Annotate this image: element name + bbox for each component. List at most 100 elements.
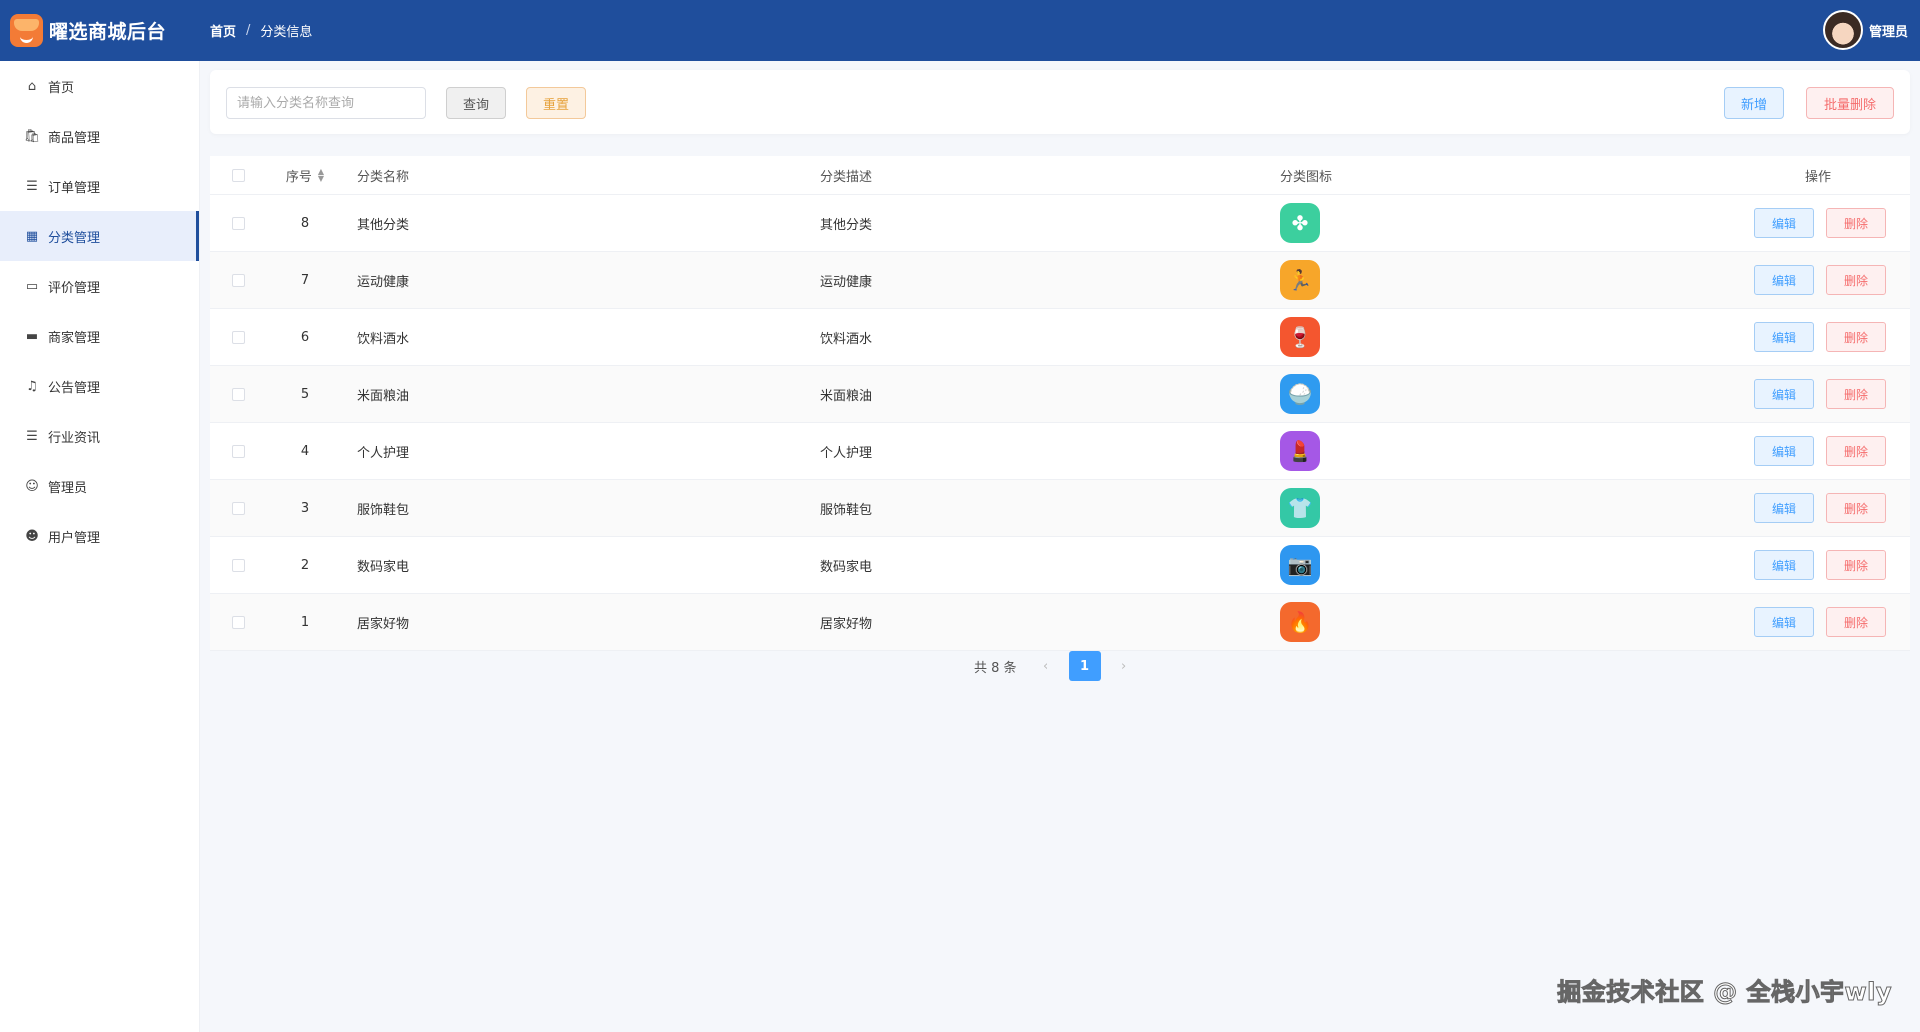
sidebar-item-2[interactable]: ☰ 订单管理: [0, 161, 199, 211]
sidebar-item-1[interactable]: 🛍 商品管理: [0, 111, 199, 161]
row-name: 个人护理: [357, 445, 410, 461]
store-icon: ▬: [25, 328, 39, 344]
document-icon: ☰: [26, 178, 38, 194]
batch-delete-button[interactable]: 批量删除: [1806, 87, 1894, 119]
row-checkbox[interactable]: [232, 216, 245, 230]
category-table: 序号 ▲ ▼ 分类名称 分类描述 分类图标 操作 8 其他分类 其他分类 ✤ 编辑 删除 7 运…: [210, 156, 1910, 651]
row-icon-cell: 🏃: [1280, 260, 1320, 300]
row-desc: 米面粮油: [820, 388, 873, 404]
edit-button[interactable]: 编辑: [1754, 322, 1814, 352]
delete-button[interactable]: 删除: [1826, 550, 1886, 580]
row-desc: 饮料酒水: [820, 331, 873, 347]
row-actions: 编辑 删除: [1754, 607, 1886, 637]
delete-button[interactable]: 删除: [1826, 208, 1886, 238]
row-actions: 编辑 删除: [1754, 265, 1886, 295]
user-icon: ☻: [25, 528, 39, 544]
next-page-icon[interactable]: ›: [1109, 659, 1139, 674]
edit-button[interactable]: 编辑: [1754, 265, 1814, 295]
table-row: 4 个人护理 个人护理 💄 编辑 删除: [210, 423, 1910, 480]
user-name[interactable]: 管理员: [1869, 21, 1908, 40]
row-checkbox[interactable]: [232, 444, 245, 458]
breadcrumb-home[interactable]: 首页: [210, 21, 236, 40]
row-no: 3: [300, 500, 310, 516]
edit-button[interactable]: 编辑: [1754, 607, 1814, 637]
row-checkbox[interactable]: [232, 501, 245, 515]
rice-cooker-icon: 🍚: [1280, 374, 1320, 414]
camera-icon: 📷: [1280, 545, 1320, 585]
sidebar-item-label: 订单管理: [48, 180, 101, 196]
edit-button[interactable]: 编辑: [1754, 550, 1814, 580]
reset-button[interactable]: 重置: [526, 87, 586, 119]
sidebar-item-label: 评价管理: [48, 280, 101, 296]
row-name: 数码家电: [357, 559, 410, 575]
edit-button[interactable]: 编辑: [1754, 436, 1814, 466]
shopping-bag-icon: 🛍: [23, 128, 41, 144]
delete-button[interactable]: 删除: [1826, 265, 1886, 295]
table-row: 3 服饰鞋包 服饰鞋包 👕 编辑 删除: [210, 480, 1910, 537]
table-header: 序号 ▲ ▼ 分类名称 分类描述 分类图标 操作: [210, 156, 1910, 195]
home-icon: ⌂: [27, 78, 37, 94]
user-menu[interactable]: 管理员: [1822, 10, 1908, 50]
delete-button[interactable]: 删除: [1826, 379, 1886, 409]
sidebar-item-label: 首页: [48, 80, 75, 96]
row-checkbox[interactable]: [232, 273, 245, 287]
search-input[interactable]: [226, 87, 426, 119]
page-number[interactable]: 1: [1068, 651, 1101, 681]
sidebar-item-3[interactable]: ▦ 分类管理: [0, 211, 199, 261]
row-icon-cell: 📷: [1280, 545, 1320, 585]
sidebar-item-5[interactable]: ▬ 商家管理: [0, 311, 199, 361]
table-row: 2 数码家电 数码家电 📷 编辑 删除: [210, 537, 1910, 594]
sidebar-item-9[interactable]: ☻ 用户管理: [0, 511, 199, 561]
avatar[interactable]: [1822, 10, 1863, 50]
delete-button[interactable]: 删除: [1826, 493, 1886, 523]
sidebar-item-label: 公告管理: [48, 380, 101, 396]
row-no: 7: [300, 272, 310, 288]
sidebar-item-0[interactable]: ⌂ 首页: [0, 61, 199, 111]
sidebar-item-6[interactable]: ♫ 公告管理: [0, 361, 199, 411]
sidebar-item-label: 用户管理: [48, 530, 101, 546]
header-desc: 分类描述: [820, 169, 873, 185]
query-button[interactable]: 查询: [446, 87, 506, 119]
row-name: 服饰鞋包: [357, 502, 410, 518]
table-row: 8 其他分类 其他分类 ✤ 编辑 删除: [210, 195, 1910, 252]
header-icon: 分类图标: [1280, 169, 1333, 185]
top-header: 曜选商城后台 首页 / 分类信息 管理员: [0, 0, 1920, 61]
row-no: 4: [300, 443, 310, 459]
edit-button[interactable]: 编辑: [1754, 379, 1814, 409]
watermark: 掘金技术社区 @ 全栈小宇wly: [1557, 978, 1892, 1007]
sidebar-item-8[interactable]: ☺ 管理员: [0, 461, 199, 511]
select-all-checkbox[interactable]: [232, 168, 245, 182]
row-checkbox[interactable]: [232, 330, 245, 344]
user-outline-icon: ☺: [25, 478, 39, 494]
row-desc: 数码家电: [820, 559, 873, 575]
row-desc: 服饰鞋包: [820, 502, 873, 518]
header-op: 操作: [1805, 169, 1832, 185]
row-name: 居家好物: [357, 616, 410, 632]
row-checkbox[interactable]: [232, 615, 245, 629]
header-name: 分类名称: [357, 169, 410, 185]
clover-icon: ✤: [1280, 203, 1320, 243]
row-checkbox[interactable]: [232, 387, 245, 401]
add-button[interactable]: 新增: [1724, 87, 1784, 119]
delete-button[interactable]: 删除: [1826, 322, 1886, 352]
cosmetics-icon: 💄: [1280, 431, 1320, 471]
table-row: 1 居家好物 居家好物 🔥 编辑 删除: [210, 594, 1910, 651]
row-icon-cell: ✤: [1280, 203, 1320, 243]
wine-icon: 🍷: [1280, 317, 1320, 357]
row-desc: 居家好物: [820, 616, 873, 632]
row-name: 米面粮油: [357, 388, 410, 404]
prev-page-icon[interactable]: ‹: [1031, 659, 1061, 674]
edit-button[interactable]: 编辑: [1754, 493, 1814, 523]
row-desc: 个人护理: [820, 445, 873, 461]
delete-button[interactable]: 删除: [1826, 607, 1886, 637]
row-checkbox[interactable]: [232, 558, 245, 572]
header-no[interactable]: 序号 ▲ ▼: [270, 166, 340, 185]
sort-icon[interactable]: ▲ ▼: [318, 168, 324, 183]
edit-button[interactable]: 编辑: [1754, 208, 1814, 238]
shop-logo-icon: [10, 14, 43, 47]
logo[interactable]: 曜选商城后台: [0, 14, 200, 47]
sidebar-item-4[interactable]: ▭ 评价管理: [0, 261, 199, 311]
sidebar-item-7[interactable]: ☰ 行业资讯: [0, 411, 199, 461]
table-row: 5 米面粮油 米面粮油 🍚 编辑 删除: [210, 366, 1910, 423]
delete-button[interactable]: 删除: [1826, 436, 1886, 466]
